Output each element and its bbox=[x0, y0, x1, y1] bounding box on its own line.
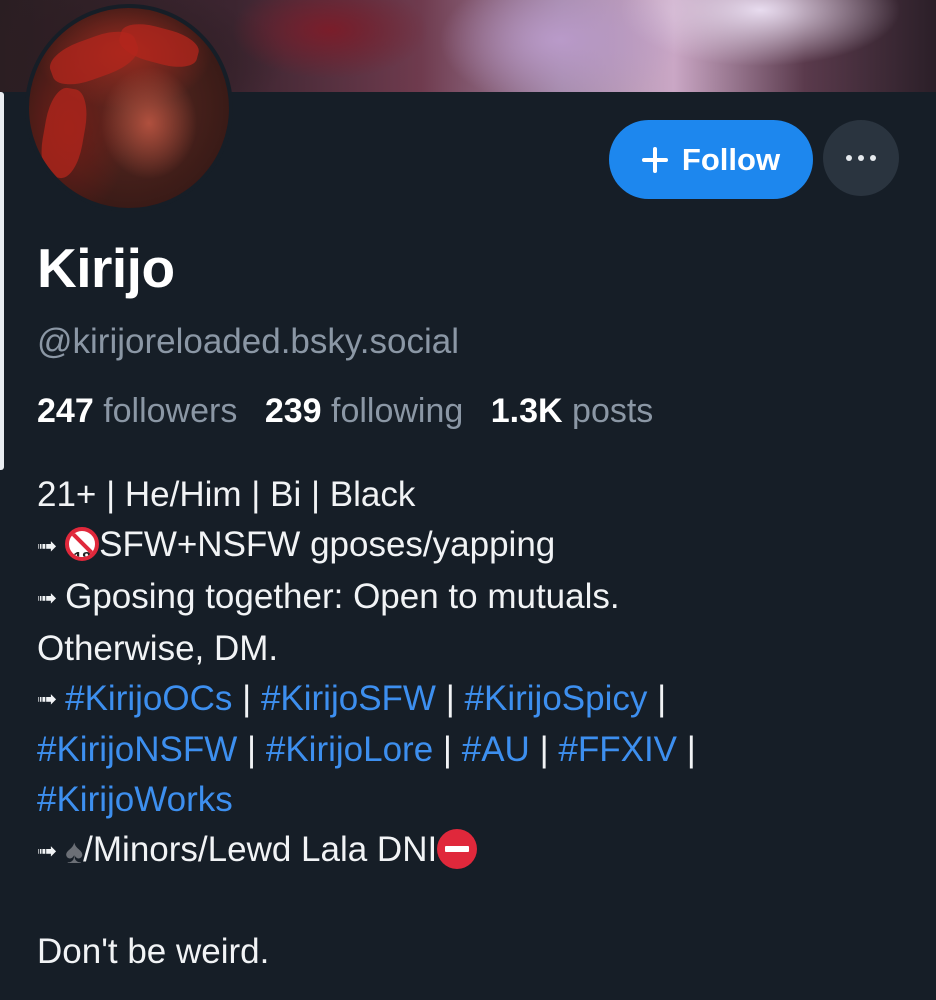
hashtag-link[interactable]: #KirijoNSFW bbox=[37, 730, 237, 769]
hashtag-link[interactable]: #KirijoWorks bbox=[37, 780, 233, 819]
hashtag-link[interactable]: #KirijoSpicy bbox=[465, 679, 648, 718]
followers-stat[interactable]: 247 followers bbox=[37, 392, 237, 430]
posts-stat: 1.3K posts bbox=[490, 392, 654, 430]
profile-bio: 21+ | He/Him | Bi | Black ➟ 18 SFW+NSFW gp… bbox=[37, 470, 917, 977]
profile-stats: 247 followers 239 following 1.3K posts bbox=[37, 392, 671, 431]
hashtag-link[interactable]: #KirijoLore bbox=[266, 730, 433, 769]
bio-line: Otherwise, DM. bbox=[37, 628, 279, 668]
profile-page: Follow Kirijo @kirijoreloaded.bsky.socia… bbox=[0, 0, 936, 1000]
plus-icon bbox=[641, 146, 668, 173]
hashtag-link[interactable]: #KirijoSFW bbox=[261, 679, 436, 718]
hashtag-link[interactable]: #KirijoOCs bbox=[65, 679, 232, 718]
scroll-edge-indicator bbox=[0, 92, 4, 470]
follow-button[interactable]: Follow bbox=[609, 120, 813, 199]
following-stat[interactable]: 239 following bbox=[265, 392, 464, 430]
arrow-icon: ➟ bbox=[37, 584, 57, 612]
arrow-icon: ➟ bbox=[37, 532, 57, 560]
hashtag-link[interactable]: #AU bbox=[462, 730, 530, 769]
bio-line: ➟ 18 SFW+NSFW gposes/yapping bbox=[37, 520, 917, 572]
bio-line: ➟ #KirijoOCs | #KirijoSFW | #KirijoSpicy … bbox=[37, 674, 917, 726]
follow-label: Follow bbox=[681, 141, 781, 177]
hashtag-link[interactable]: #FFXIV bbox=[558, 730, 677, 769]
bio-line: Don't be weird. bbox=[37, 932, 270, 972]
more-options-button[interactable] bbox=[823, 120, 899, 196]
no-under-18-icon: 18 bbox=[65, 527, 100, 561]
bio-line: ➟ Gposing together: Open to mutuals. bbox=[37, 572, 917, 624]
arrow-icon: ➟ bbox=[37, 838, 57, 865]
display-name: Kirijo bbox=[37, 237, 175, 299]
avatar[interactable] bbox=[25, 4, 233, 212]
bio-line: #KirijoNSFW | #KirijoLore | #AU | #FFXIV… bbox=[37, 730, 696, 770]
spade-icon: ♠ bbox=[65, 833, 84, 872]
bio-line: ➟ ♠/Minors/Lewd Lala DNI bbox=[37, 825, 917, 877]
arrow-icon: ➟ bbox=[37, 686, 57, 714]
bio-line: #KirijoWorks bbox=[37, 775, 917, 825]
handle: @kirijoreloaded.bsky.social bbox=[37, 322, 459, 361]
bio-blank-line bbox=[37, 877, 917, 927]
bio-line: 21+ | He/Him | Bi | Black bbox=[37, 475, 416, 514]
more-horizontal-icon bbox=[846, 155, 852, 161]
no-entry-icon bbox=[437, 829, 478, 870]
